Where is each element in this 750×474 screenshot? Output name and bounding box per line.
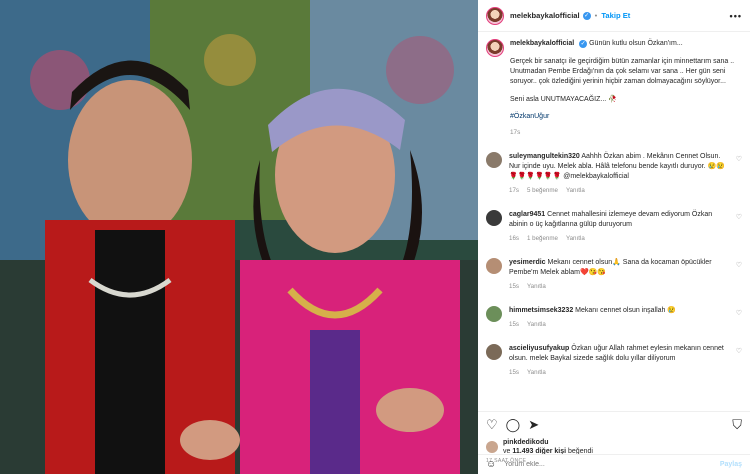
- caption-hashtag[interactable]: #ÖzkanUğur: [510, 112, 742, 122]
- caption-paragraph-1: Gerçek bir sanatçı ile geçirdiğim bütün …: [510, 58, 735, 85]
- comment-like-icon[interactable]: ♡: [736, 347, 742, 378]
- caption-avatar[interactable]: [486, 39, 504, 57]
- post-comment-button[interactable]: Paylaş: [720, 461, 742, 468]
- reply-button[interactable]: Yanıtla: [566, 187, 585, 194]
- caption-time: 17s: [510, 129, 521, 136]
- comment-time: 16s: [509, 235, 519, 242]
- comment-avatar[interactable]: [486, 258, 502, 274]
- comment-like-icon[interactable]: ♡: [736, 261, 742, 292]
- header-username[interactable]: melekbaykalofficial: [510, 11, 580, 20]
- post-image[interactable]: [0, 0, 478, 474]
- like-icon[interactable]: ♡: [486, 417, 498, 433]
- reply-button[interactable]: Yanıtla: [527, 321, 546, 328]
- comment-item: himmetsimsek3232 Mekanı cennet olsun inş…: [486, 306, 742, 330]
- post-header: melekbaykalofficial ✓ • Takip Et •••: [478, 0, 750, 32]
- comment-like-icon[interactable]: ♡: [736, 155, 742, 196]
- comment-text: Mekanı cennet olsun inşallah 😢: [575, 307, 677, 314]
- caption-username[interactable]: melekbaykalofficial: [510, 40, 574, 47]
- reply-button[interactable]: Yanıtla: [527, 283, 546, 290]
- comment-avatar[interactable]: [486, 210, 502, 226]
- share-icon[interactable]: ➤: [528, 417, 539, 433]
- verified-badge-icon: ✓: [579, 40, 588, 48]
- follow-button[interactable]: Takip Et: [601, 11, 630, 20]
- post-photo-illustration: [0, 0, 478, 474]
- comment-item: ascieliyusufyakup Özkan uğur Allah rahme…: [486, 344, 742, 378]
- comment-time: 15s: [509, 283, 519, 290]
- more-options-icon[interactable]: •••: [730, 11, 742, 21]
- comment-username[interactable]: himmetsimsek3232: [509, 307, 573, 314]
- comment-avatar[interactable]: [486, 344, 502, 360]
- comment-item: yesimerdic Mekanı cennet olsun🙏 Sana da …: [486, 258, 742, 292]
- comment-likes[interactable]: 5 beğenme: [527, 187, 558, 194]
- comment-input[interactable]: [504, 461, 720, 468]
- caption-first-line: melekbaykalofficial ✓ Günün kutlu olsun …: [510, 39, 742, 49]
- header-separator: •: [594, 11, 598, 20]
- caption-headline: Günün kutlu olsun Özkan'ım...: [589, 40, 683, 47]
- reply-button[interactable]: Yanıtla: [527, 369, 546, 376]
- comment-username[interactable]: yesimerdic: [509, 259, 546, 266]
- comment-username[interactable]: ascieliyusufyakup: [509, 345, 569, 352]
- action-icons-row: ♡ ◯ ➤ ⛉: [486, 417, 742, 433]
- comments-scroll-area[interactable]: melekbaykalofficial ✓ Günün kutlu olsun …: [478, 33, 750, 411]
- caption: melekbaykalofficial ✓ Günün kutlu olsun …: [486, 39, 742, 138]
- post-side-panel: melekbaykalofficial ✓ • Takip Et ••• mel…: [478, 0, 750, 474]
- comment-item: caglar9451 Cennet mahallesini izlemeye d…: [486, 210, 742, 244]
- comment-like-icon[interactable]: ♡: [736, 309, 742, 330]
- reply-button[interactable]: Yanıtla: [566, 235, 585, 242]
- liked-by-username[interactable]: pinkdedikodu: [503, 439, 549, 446]
- comment-time: 15s: [509, 369, 519, 376]
- liker-avatar[interactable]: [486, 441, 498, 453]
- comment-avatar[interactable]: [486, 152, 502, 168]
- emoji-icon[interactable]: ☺: [486, 459, 496, 470]
- caption-paragraph-2: Seni asla UNUTMAYACAĞIZ... 🥀: [510, 96, 617, 103]
- comment-item: suleymangultekin320 Aahhh Özkan abim . M…: [486, 152, 742, 196]
- comment-time: 15s: [509, 321, 519, 328]
- comment-time: 17s: [509, 187, 519, 194]
- comment-username[interactable]: suleymangultekin320: [509, 153, 580, 160]
- add-comment-bar: ☺ Paylaş: [478, 454, 750, 474]
- comment-icon[interactable]: ◯: [506, 417, 521, 433]
- verified-badge-icon: ✓: [582, 11, 591, 20]
- comment-likes[interactable]: 1 beğenme: [527, 235, 558, 242]
- comment-avatar[interactable]: [486, 306, 502, 322]
- comment-like-icon[interactable]: ♡: [736, 213, 742, 244]
- bookmark-icon[interactable]: ⛉: [732, 417, 742, 433]
- profile-avatar[interactable]: [486, 6, 504, 25]
- comment-username[interactable]: caglar9451: [509, 211, 545, 218]
